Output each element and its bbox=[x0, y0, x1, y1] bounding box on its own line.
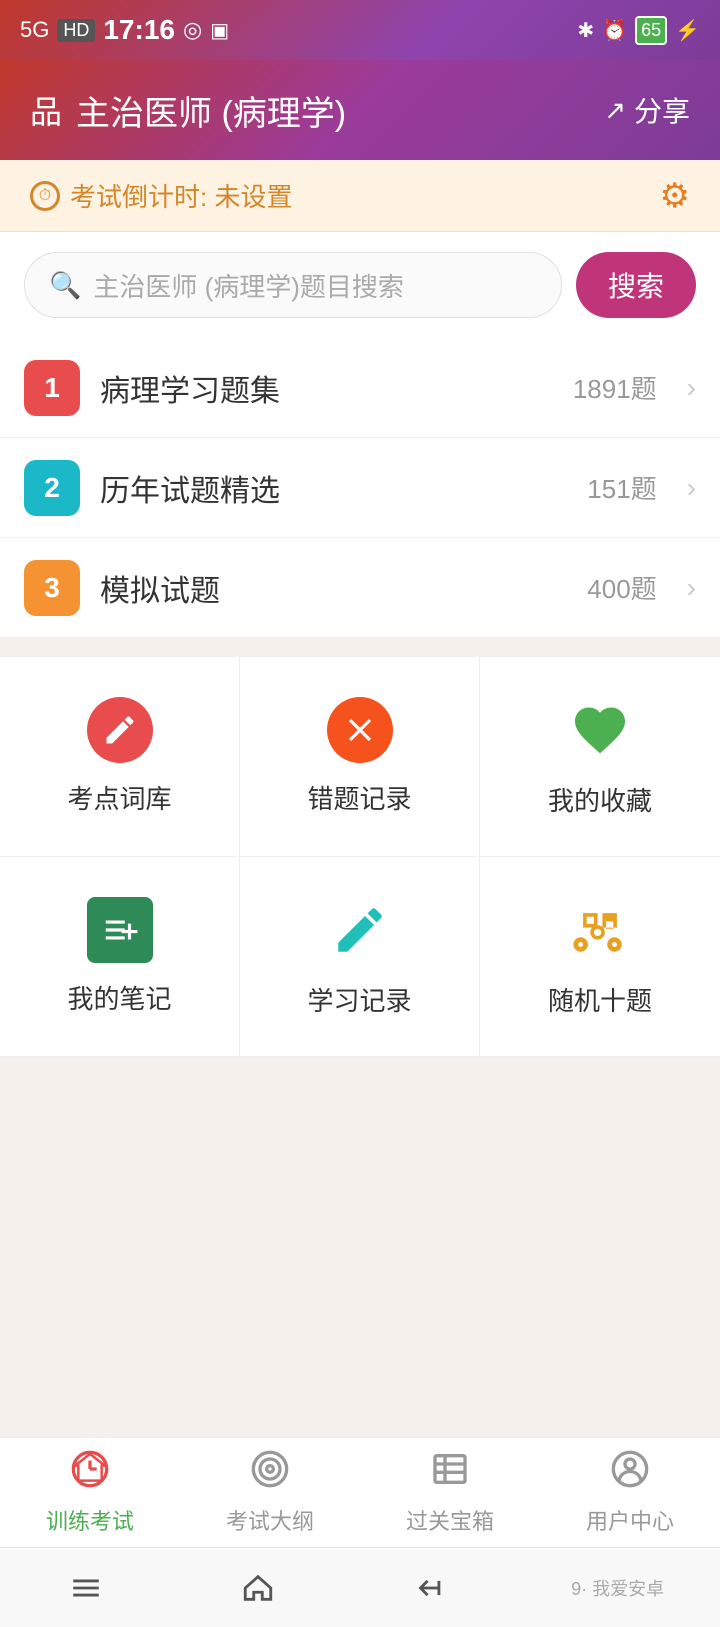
compass-icon: ◎ bbox=[183, 17, 202, 43]
system-nav-bar: 9· 我爱安卓 bbox=[0, 1547, 720, 1627]
status-bar: 5G HD 17:16 ◎ ▣ ✱ ⏰ 65 ⚡ bbox=[0, 0, 720, 60]
heart-icon bbox=[565, 695, 635, 765]
app-logo-icon: 品 bbox=[30, 87, 62, 133]
grid-label-kaodian: 考点词库 bbox=[67, 779, 171, 816]
header-title-area: 品 主治医师 (病理学) bbox=[30, 86, 346, 135]
countdown-left: ⏱ 考试倒计时: 未设置 bbox=[30, 177, 292, 214]
list-label-3: 模拟试题 bbox=[100, 566, 567, 610]
share-icon: ↗ bbox=[604, 95, 626, 126]
list-count-3: 400题 bbox=[587, 569, 656, 606]
user-circle-icon bbox=[610, 1449, 650, 1498]
nav-item-treasure[interactable]: 过关宝箱 bbox=[360, 1439, 540, 1546]
back-button[interactable] bbox=[399, 1558, 459, 1618]
list-count-2: 151题 bbox=[587, 469, 656, 506]
list-label-2: 历年试题精选 bbox=[100, 466, 567, 510]
settings-gear-icon[interactable]: ⚙ bbox=[660, 176, 690, 216]
grid-item-kaodian[interactable]: 考点词库 bbox=[0, 657, 240, 857]
list-num-1: 1 bbox=[24, 360, 80, 416]
nav-label-user: 用户中心 bbox=[586, 1504, 674, 1536]
grid-label-xuexi: 学习记录 bbox=[307, 981, 411, 1018]
feature-grid: 考点词库 错题记录 我的收藏 我的笔记 学习记录 bbox=[0, 656, 720, 1057]
battery-indicator: 65 bbox=[635, 16, 667, 45]
search-input-placeholder: 主治医师 (病理学)题目搜索 bbox=[93, 267, 404, 304]
menu-button[interactable] bbox=[56, 1558, 116, 1618]
pencil-icon bbox=[87, 697, 153, 763]
x-circle-icon bbox=[327, 697, 393, 763]
search-box[interactable]: 🔍 主治医师 (病理学)题目搜索 bbox=[24, 252, 562, 318]
search-icon: 🔍 bbox=[49, 270, 81, 301]
grid-item-cuoti[interactable]: 错题记录 bbox=[240, 657, 480, 857]
signal-icon: 5G bbox=[20, 17, 49, 43]
question-list-section: 1 病理学习题集 1891题 › 2 历年试题精选 151题 › 3 模拟试题 … bbox=[0, 338, 720, 638]
search-button[interactable]: 搜索 bbox=[576, 252, 696, 318]
nav-item-train[interactable]: 训练考试 bbox=[0, 1439, 180, 1546]
home-button[interactable] bbox=[228, 1558, 288, 1618]
countdown-clock-icon: ⏱ bbox=[30, 181, 60, 211]
nav-item-outline[interactable]: 考试大纲 bbox=[180, 1439, 360, 1546]
clock-status-icon: ⏰ bbox=[602, 18, 627, 43]
bottom-navigation: 训练考试 考试大纲 过关宝箱 bbox=[0, 1437, 720, 1547]
countdown-label: 考试倒计时: 未设置 bbox=[70, 177, 292, 214]
content-area bbox=[0, 1057, 720, 1437]
nav-item-user[interactable]: 用户中心 bbox=[540, 1439, 720, 1546]
grid-item-shoucang[interactable]: 我的收藏 bbox=[480, 657, 720, 857]
notes-icon bbox=[87, 897, 153, 963]
list-num-2: 2 bbox=[24, 460, 80, 516]
watermark-text: 9· 我爱安卓 bbox=[571, 1575, 664, 1601]
list-item-mock[interactable]: 3 模拟试题 400题 › bbox=[0, 538, 720, 638]
grid-item-xuexi[interactable]: 学习记录 bbox=[240, 857, 480, 1057]
status-right: ✱ ⏰ 65 ⚡ bbox=[577, 16, 700, 45]
share-label: 分享 bbox=[634, 90, 690, 130]
search-area: 🔍 主治医师 (病理学)题目搜索 搜索 bbox=[0, 232, 720, 338]
hd-badge: HD bbox=[57, 19, 95, 42]
share-button[interactable]: ↗ 分享 bbox=[604, 90, 690, 130]
book-icon bbox=[430, 1449, 470, 1498]
grid-item-suiji[interactable]: 随机十题 bbox=[480, 857, 720, 1057]
list-num-3: 3 bbox=[24, 560, 80, 616]
nav-label-outline: 考试大纲 bbox=[226, 1504, 314, 1536]
grid-label-shoucang: 我的收藏 bbox=[548, 781, 652, 818]
grid-label-suiji: 随机十题 bbox=[548, 981, 652, 1018]
bluetooth-icon: ✱ bbox=[577, 18, 594, 43]
page-title: 主治医师 (病理学) bbox=[76, 86, 346, 135]
binoculars-icon bbox=[565, 895, 635, 965]
page-header: 品 主治医师 (病理学) ↗ 分享 bbox=[0, 60, 720, 160]
list-item-history[interactable]: 2 历年试题精选 151题 › bbox=[0, 438, 720, 538]
status-left: 5G HD 17:16 ◎ ▣ bbox=[20, 14, 229, 46]
list-label-1: 病理学习题集 bbox=[100, 366, 553, 410]
chevron-right-icon-1: › bbox=[687, 372, 696, 404]
lightning-icon: ⚡ bbox=[675, 18, 700, 43]
home-circle-icon bbox=[70, 1449, 110, 1498]
time-display: 17:16 bbox=[103, 14, 175, 46]
list-count-1: 1891题 bbox=[573, 369, 657, 406]
countdown-bar: ⏱ 考试倒计时: 未设置 ⚙ bbox=[0, 160, 720, 232]
chevron-right-icon-2: › bbox=[687, 472, 696, 504]
pen-icon bbox=[325, 895, 395, 965]
media-icon: ▣ bbox=[210, 18, 229, 43]
nav-label-treasure: 过关宝箱 bbox=[406, 1504, 494, 1536]
grid-item-biji[interactable]: 我的笔记 bbox=[0, 857, 240, 1057]
chevron-right-icon-3: › bbox=[687, 572, 696, 604]
target-icon bbox=[250, 1449, 290, 1498]
list-item-pathology[interactable]: 1 病理学习题集 1891题 › bbox=[0, 338, 720, 438]
grid-label-biji: 我的笔记 bbox=[67, 979, 171, 1016]
nav-label-train: 训练考试 bbox=[46, 1504, 134, 1536]
grid-label-cuoti: 错题记录 bbox=[307, 779, 411, 816]
